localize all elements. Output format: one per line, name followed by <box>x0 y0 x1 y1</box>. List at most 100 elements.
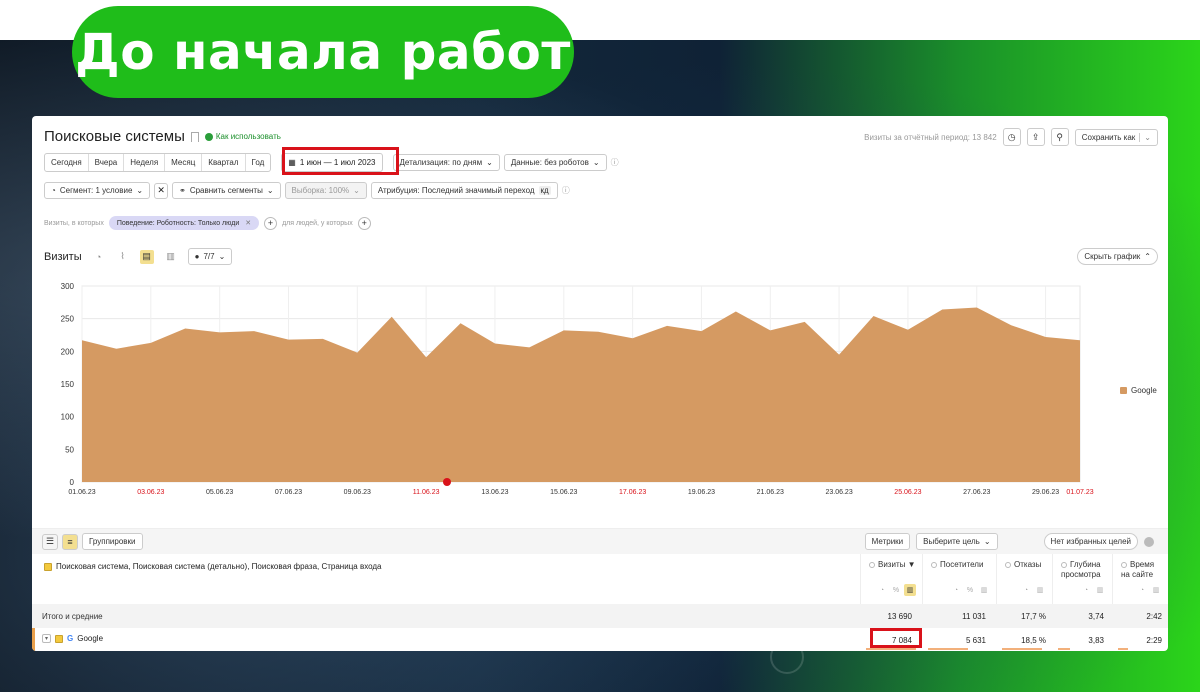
column-depth[interactable]: Глубина просмотра ◔ ▥ <box>1052 554 1112 604</box>
bar-chart-icon[interactable]: ▥ <box>1094 584 1106 596</box>
filter-row: Визиты, в которых Поведение: Роботность:… <box>44 216 371 230</box>
filter-suffix: для людей, у которых <box>282 219 353 227</box>
column-visits[interactable]: Визиты ▼ ◔% ▥ <box>860 554 922 604</box>
help-icon[interactable]: ⓘ <box>562 185 570 196</box>
dimension-header: Поисковая система, Поисковая система (де… <box>44 562 382 571</box>
close-icon[interactable]: ✕ <box>245 220 251 227</box>
sample-button[interactable]: Выборка: 100% ⌄ <box>284 182 367 199</box>
add-filter-button[interactable]: + <box>264 216 278 230</box>
groupings-button[interactable]: Группировки <box>82 533 143 550</box>
gear-icon[interactable] <box>1144 536 1154 547</box>
detail-label: Детализация: по дням <box>399 158 483 167</box>
export-icon[interactable]: ⇪ <box>1026 128 1045 146</box>
tab-week[interactable]: Неделя <box>124 154 166 171</box>
dimensions-label: Поисковая система, Поисковая система (де… <box>56 562 382 571</box>
goal-select[interactable]: Выберите цель ⌄ <box>916 533 998 550</box>
compare-icon: ⚭ <box>179 186 186 195</box>
chart-metric-label: Визиты <box>44 250 82 263</box>
y-tick-label: 100 <box>61 413 75 422</box>
tab-month[interactable]: Месяц <box>165 154 203 171</box>
legend-swatch <box>1120 387 1127 394</box>
checkbox[interactable] <box>55 634 63 643</box>
pie-icon[interactable]: ◔ <box>950 584 962 596</box>
comment-icon: ● <box>194 252 200 261</box>
x-tick-label: 13.06.23 <box>481 489 508 496</box>
line-chart-icon[interactable]: ⌇ <box>116 250 130 264</box>
area-chart-icon[interactable]: ▤ <box>139 249 154 264</box>
pie-icon[interactable]: ◔ <box>1136 584 1148 596</box>
add-people-filter-button[interactable]: + <box>357 216 371 230</box>
table-toolbar: ☰ ≡ Группировки Метрики Выберите цель ⌄ … <box>32 528 1168 554</box>
x-tick-label: 11.06.23 <box>413 489 440 496</box>
series-area-google[interactable] <box>82 307 1080 482</box>
bar-chart-icon[interactable]: ▥ <box>904 584 916 596</box>
visitors-share-bar <box>928 648 968 650</box>
x-tick-label: 07.06.23 <box>275 489 302 496</box>
bookmark-icon[interactable] <box>190 131 199 142</box>
list-view-icon[interactable]: ☰ <box>42 533 58 550</box>
column-bounces[interactable]: Отказы ◔ ▥ <box>996 554 1052 604</box>
bar-chart-icon[interactable]: ▥ <box>1034 584 1046 596</box>
share-icon[interactable]: ⚲ <box>1050 128 1069 146</box>
hide-chart-button[interactable]: Скрыть график ⌃ <box>1077 248 1158 265</box>
report-header: Поисковые системы Как использовать <box>44 128 281 145</box>
percent-icon[interactable]: % <box>964 584 976 596</box>
help-icon[interactable]: ⓘ <box>611 157 619 168</box>
column-time[interactable]: Время на сайте ◔ ▥ <box>1112 554 1168 604</box>
tab-yesterday[interactable]: Вчера <box>89 154 125 171</box>
detail-select[interactable]: Детализация: по дням ⌄ <box>392 154 500 171</box>
data-filter-select[interactable]: Данные: без роботов ⌄ <box>503 154 607 171</box>
percent-icon[interactable]: % <box>890 584 902 596</box>
x-tick-label: 27.06.23 <box>963 489 990 496</box>
attribution-select[interactable]: Атрибуция: Последний значимый переход кд <box>370 182 558 199</box>
row-label: ▾ G Google <box>42 634 103 643</box>
favorite-goals-button[interactable]: Нет избранных целей <box>1043 533 1138 550</box>
chart-legend[interactable]: Google <box>1120 386 1157 395</box>
segment-button[interactable]: ◔ Сегмент: 1 условие ⌄ <box>44 182 151 199</box>
pie-icon[interactable]: ◔ <box>1020 584 1032 596</box>
pie-chart-icon[interactable]: ◔ <box>92 250 106 264</box>
compare-segments-button[interactable]: ⚭ Сравнить сегменты ⌄ <box>172 182 281 199</box>
pie-icon[interactable]: ◔ <box>1080 584 1092 596</box>
pie-icon[interactable]: ◔ <box>876 584 888 596</box>
goal-label: Выберите цель <box>923 537 980 546</box>
x-tick-label: 15.06.23 <box>550 489 577 496</box>
bar-chart-icon[interactable]: ▥ <box>1150 584 1162 596</box>
checkbox[interactable] <box>44 562 52 571</box>
google-icon: G <box>67 634 74 643</box>
filter-chip[interactable]: Поведение: Роботность: Только люди ✕ <box>108 216 260 230</box>
y-tick-label: 300 <box>61 282 75 291</box>
y-tick-label: 200 <box>61 347 75 356</box>
x-tick-label: 25.06.23 <box>894 489 921 496</box>
row-label-text: Google <box>77 634 104 643</box>
metrics-button[interactable]: Метрики <box>864 533 911 550</box>
series-count-select[interactable]: ● 7/7 ⌄ <box>187 248 233 265</box>
y-tick-label: 50 <box>65 445 74 454</box>
annotation-marker[interactable] <box>443 478 451 486</box>
chevron-down-icon: ⌄ <box>353 186 360 195</box>
clock-icon[interactable]: ◷ <box>1002 128 1021 146</box>
column-visitors[interactable]: Посетители ◔% ▥ <box>922 554 996 604</box>
chevron-down-icon: ⌄ <box>218 252 226 261</box>
how-to-use-link[interactable]: Как использовать <box>204 132 281 141</box>
bar-chart-icon[interactable]: ▥ <box>978 584 990 596</box>
total-time: 2:42 <box>1146 612 1162 621</box>
totals-label: Итого и средние <box>42 612 103 621</box>
tab-today[interactable]: Сегодня <box>45 154 89 171</box>
date-range-highlight <box>282 147 399 175</box>
table-row[interactable]: ▾ G Google 7 084 5 631 18,5 % 3,83 2:29 <box>32 628 1168 651</box>
x-tick-label: 03.06.23 <box>137 489 164 496</box>
save-as-button[interactable]: Сохранить как ⌄ <box>1074 128 1158 146</box>
expand-icon[interactable]: ▾ <box>42 634 51 643</box>
tree-view-icon[interactable]: ≡ <box>62 533 78 550</box>
chevron-down-icon: ⌄ <box>136 186 144 195</box>
tab-year[interactable]: Год <box>246 154 271 171</box>
table-toolbar-left: ☰ ≡ Группировки <box>42 533 143 550</box>
close-icon[interactable]: ✕ <box>154 182 169 199</box>
sample-label: Выборка: 100% <box>291 186 350 195</box>
x-axis-ticks: 01.06.23 03.06.23 05.06.23 07.06.23 09.06.23… <box>68 489 1093 496</box>
time-share-bar <box>1118 648 1128 650</box>
compare-label: Сравнить сегменты <box>189 186 263 195</box>
tab-quarter[interactable]: Квартал <box>202 154 246 171</box>
bar-chart-icon[interactable]: ▥ <box>164 250 178 264</box>
